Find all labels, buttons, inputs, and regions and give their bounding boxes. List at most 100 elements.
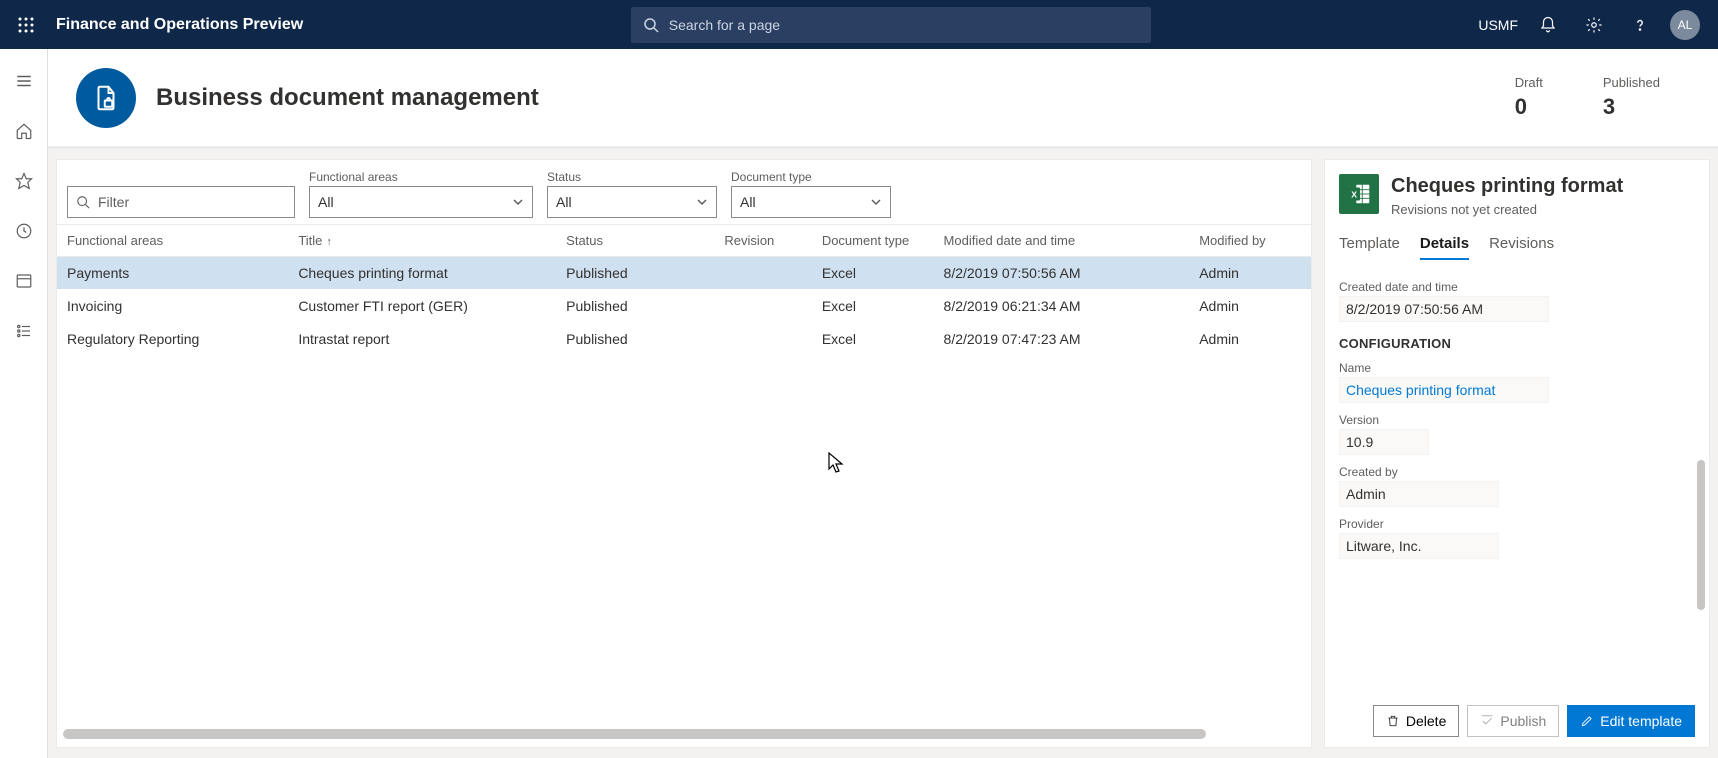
help-icon[interactable]: [1624, 9, 1656, 41]
stat-published-label: Published: [1603, 75, 1660, 90]
global-search[interactable]: [631, 7, 1151, 43]
filter-icon: [76, 195, 90, 209]
star-icon[interactable]: [4, 161, 44, 201]
search-icon: [643, 17, 659, 33]
horizontal-scrollbar[interactable]: [63, 727, 1305, 741]
quick-filter-input[interactable]: [98, 194, 286, 210]
version-value: 10.9: [1339, 429, 1429, 455]
details-tabs: Template Details Revisions: [1339, 229, 1695, 260]
top-bar: Finance and Operations Preview USMF AL: [0, 0, 1718, 49]
delete-label: Delete: [1406, 713, 1446, 729]
created-date-value: 8/2/2019 07:50:56 AM: [1339, 296, 1549, 322]
pencil-icon: [1580, 714, 1594, 728]
cell-dtype: Excel: [812, 323, 934, 356]
company-code[interactable]: USMF: [1478, 17, 1518, 33]
workspace-icon[interactable]: [4, 261, 44, 301]
product-title: Finance and Operations Preview: [56, 16, 303, 34]
chevron-down-icon: [696, 196, 708, 208]
created-by-value: Admin: [1339, 481, 1499, 507]
cell-title: Cheques printing format: [288, 257, 556, 290]
version-label: Version: [1339, 413, 1691, 427]
clock-icon[interactable]: [4, 211, 44, 251]
grid-card: Functional areas All Status All: [56, 159, 1312, 748]
table-row[interactable]: Regulatory Reporting Intrastat report Pu…: [57, 323, 1311, 356]
stat-published[interactable]: Published 3: [1603, 75, 1660, 120]
excel-icon: X: [1339, 174, 1379, 214]
cell-functional-area: Payments: [57, 257, 288, 290]
functional-areas-dropdown[interactable]: All: [309, 186, 533, 218]
chevron-down-icon: [870, 196, 882, 208]
home-icon[interactable]: [4, 111, 44, 151]
col-status[interactable]: Status: [556, 225, 714, 257]
details-subtitle: Revisions not yet created: [1391, 202, 1623, 217]
table-row[interactable]: Payments Cheques printing format Publish…: [57, 257, 1311, 290]
document-type-dropdown[interactable]: All: [731, 186, 891, 218]
cell-dtype: Excel: [812, 257, 934, 290]
cell-dtype: Excel: [812, 290, 934, 323]
col-revision[interactable]: Revision: [714, 225, 811, 257]
page-title: Business document management: [156, 84, 1495, 112]
cell-modified: 8/2/2019 06:21:34 AM: [934, 290, 1190, 323]
cell-modified-by: Admin: [1189, 290, 1311, 323]
cell-status: Published: [556, 290, 714, 323]
status-filter-value: All: [556, 194, 572, 210]
cell-status: Published: [556, 323, 714, 356]
cell-title: Customer FTI report (GER): [288, 290, 556, 323]
cell-modified-by: Admin: [1189, 257, 1311, 290]
stat-draft[interactable]: Draft 0: [1515, 75, 1543, 120]
cell-modified: 8/2/2019 07:47:23 AM: [934, 323, 1190, 356]
table-row[interactable]: Invoicing Customer FTI report (GER) Publ…: [57, 290, 1311, 323]
col-modified[interactable]: Modified date and time: [934, 225, 1190, 257]
gear-icon[interactable]: [1578, 9, 1610, 41]
created-by-label: Created by: [1339, 465, 1691, 479]
workspace-icon-badge: [76, 68, 136, 128]
name-label: Name: [1339, 361, 1691, 375]
name-value-link[interactable]: Cheques printing format: [1339, 377, 1549, 403]
cell-revision: [714, 323, 811, 356]
details-panel: X Cheques printing format Revisions not …: [1324, 159, 1710, 748]
chevron-down-icon: [512, 196, 524, 208]
publish-icon: [1480, 714, 1494, 728]
vertical-scrollbar[interactable]: [1697, 460, 1705, 610]
tab-details[interactable]: Details: [1420, 229, 1469, 260]
avatar[interactable]: AL: [1670, 10, 1700, 40]
status-dropdown[interactable]: All: [547, 186, 717, 218]
cell-revision: [714, 290, 811, 323]
nav-rail: [0, 49, 48, 758]
modules-icon[interactable]: [4, 311, 44, 351]
quick-filter[interactable]: [67, 186, 295, 218]
delete-button[interactable]: Delete: [1373, 705, 1459, 737]
sort-asc-icon: ↑: [326, 236, 332, 248]
cell-modified: 8/2/2019 07:50:56 AM: [934, 257, 1190, 290]
cell-revision: [714, 257, 811, 290]
bell-icon[interactable]: [1532, 9, 1564, 41]
workspace-header: Business document management Draft 0 Pub…: [48, 49, 1718, 149]
functional-areas-label: Functional areas: [309, 170, 533, 184]
edit-template-label: Edit template: [1600, 713, 1682, 729]
document-type-filter-value: All: [740, 194, 756, 210]
document-grid: Functional areas Title↑ Status Revision …: [57, 224, 1311, 356]
app-launcher-icon[interactable]: [8, 7, 44, 43]
details-title: Cheques printing format: [1391, 174, 1623, 198]
stat-draft-value: 0: [1515, 94, 1543, 120]
global-search-input[interactable]: [669, 17, 1139, 33]
col-functional-areas[interactable]: Functional areas: [57, 225, 288, 257]
col-title[interactable]: Title↑: [288, 225, 556, 257]
provider-label: Provider: [1339, 517, 1691, 531]
functional-areas-value: All: [318, 194, 334, 210]
stat-draft-label: Draft: [1515, 75, 1543, 90]
status-filter-label: Status: [547, 170, 717, 184]
tab-template[interactable]: Template: [1339, 229, 1400, 260]
filter-bar: Functional areas All Status All: [57, 160, 1311, 224]
created-date-label: Created date and time: [1339, 280, 1691, 294]
edit-template-button[interactable]: Edit template: [1567, 705, 1695, 737]
col-document-type[interactable]: Document type: [812, 225, 934, 257]
col-modified-by[interactable]: Modified by: [1189, 225, 1311, 257]
publish-button: Publish: [1467, 705, 1559, 737]
hamburger-icon[interactable]: [4, 61, 44, 101]
cell-status: Published: [556, 257, 714, 290]
document-type-filter-label: Document type: [731, 170, 891, 184]
cell-modified-by: Admin: [1189, 323, 1311, 356]
tab-revisions[interactable]: Revisions: [1489, 229, 1554, 260]
trash-icon: [1386, 714, 1400, 728]
